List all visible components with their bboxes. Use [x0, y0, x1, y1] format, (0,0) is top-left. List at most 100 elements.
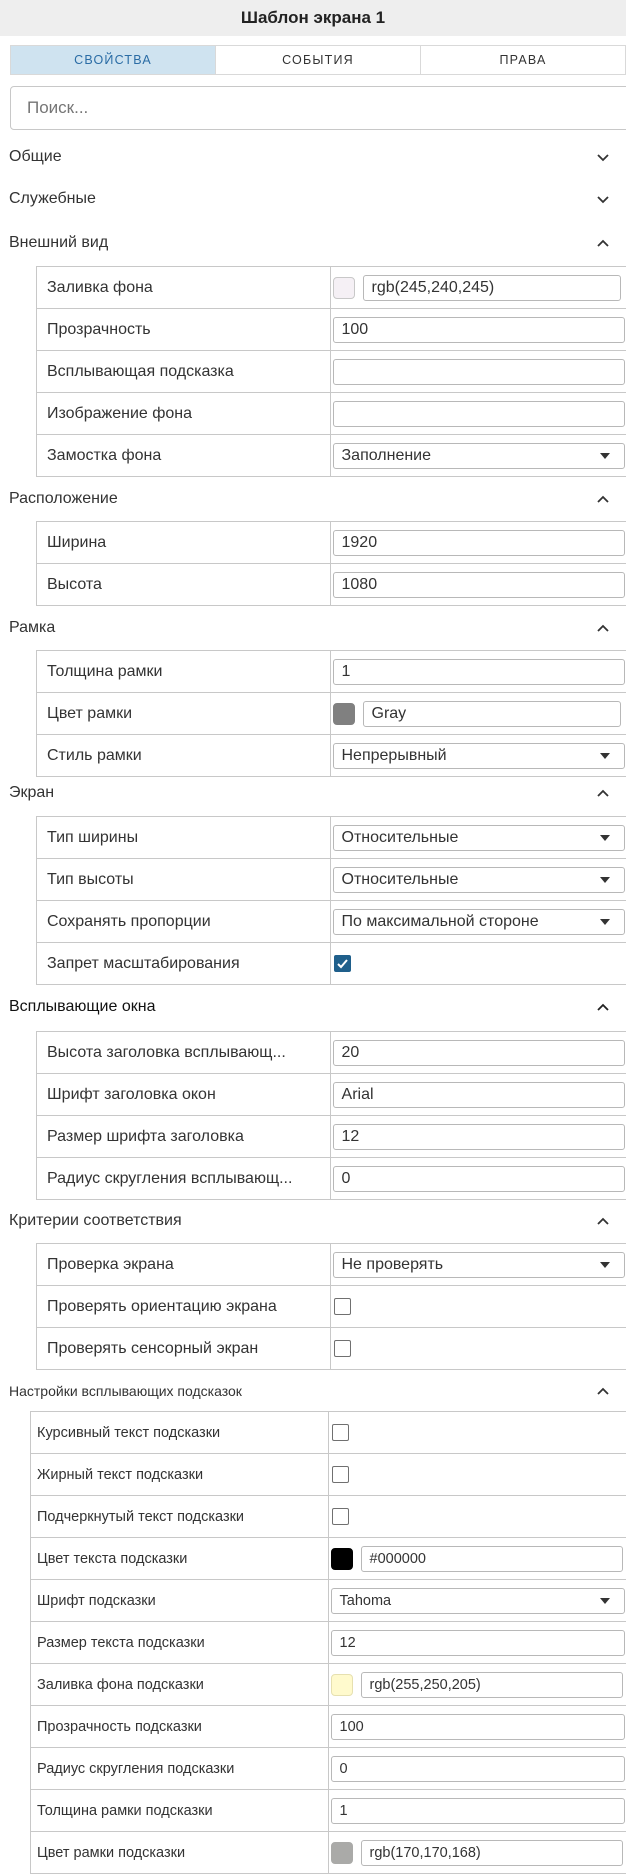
tooltip-border-thickness-input[interactable]: 1 — [330, 1797, 625, 1824]
property-label: Толщина рамки — [36, 650, 331, 693]
property-row: Тип высоты Относительные — [36, 858, 626, 901]
section-appearance[interactable]: Внешний вид — [0, 228, 626, 258]
tooltip-radius-input[interactable]: 0 — [330, 1755, 625, 1782]
color-swatch[interactable] — [332, 276, 355, 299]
section-criteria[interactable]: Критерии соответствия — [0, 1206, 626, 1236]
color-swatch[interactable] — [332, 702, 355, 725]
color-swatch[interactable] — [330, 1547, 353, 1570]
tooltip-underline-checkbox[interactable] — [331, 1508, 349, 1525]
property-row: Проверять ориентацию экрана — [36, 1285, 626, 1328]
dropdown-arrow-icon — [599, 918, 610, 925]
opacity-input[interactable]: 100 — [332, 316, 625, 343]
section-title: Общие — [9, 148, 62, 165]
section-border[interactable]: Рамка — [0, 613, 626, 643]
property-label: Проверять сенсорный экран — [36, 1327, 331, 1370]
tooltip-text-size-input[interactable]: 12 — [330, 1629, 625, 1656]
select-value: Не проверять — [341, 1255, 444, 1273]
border-thickness-input[interactable]: 1 — [332, 658, 625, 685]
section-tooltip-settings[interactable]: Настройки всплывающих подсказок — [0, 1376, 626, 1406]
height-input[interactable]: 1080 — [332, 571, 625, 598]
property-label: Цвет текста подсказки — [30, 1537, 329, 1580]
section-screen[interactable]: Экран — [0, 778, 626, 808]
property-row: Заливка фона rgb(245,240,245) — [36, 266, 626, 309]
tab-rights[interactable]: ПРАВА — [421, 46, 626, 74]
popup-header-font-input[interactable]: Arial — [332, 1081, 625, 1108]
keep-proportions-select[interactable]: По максимальной стороне — [332, 908, 625, 935]
section-service[interactable]: Служебные — [0, 184, 626, 214]
tooltip-italic-checkbox[interactable] — [331, 1424, 349, 1441]
color-swatch[interactable] — [330, 1841, 353, 1864]
tab-properties[interactable]: СВОЙСТВА — [11, 46, 216, 74]
property-row: Стиль рамки Непрерывный — [36, 734, 626, 777]
color-swatch[interactable] — [330, 1673, 353, 1696]
panel-title: Шаблон экрана 1 — [0, 0, 626, 36]
border-properties: Толщина рамки 1 Цвет рамки Gray Стиль ра… — [36, 650, 626, 777]
property-row: Радиус скругления подсказки 0 — [30, 1747, 626, 1790]
check-touch-checkbox[interactable] — [333, 1340, 351, 1357]
property-row: Высота 1080 — [36, 563, 626, 606]
screen-check-select[interactable]: Не проверять — [332, 1251, 625, 1278]
property-row: Высота заголовка всплывающ... 20 — [36, 1031, 626, 1074]
select-value: По максимальной стороне — [341, 912, 539, 930]
property-row: Проверка экрана Не проверять — [36, 1243, 626, 1286]
chevron-up-icon — [597, 495, 609, 503]
property-label: Заливка фона — [36, 266, 331, 309]
section-position[interactable]: Расположение — [0, 484, 626, 514]
chevron-down-icon — [597, 196, 609, 204]
tooltip-fill-input[interactable]: rgb(255,250,205) — [360, 1671, 623, 1698]
property-row: Радиус скругления всплывающ... 0 — [36, 1157, 626, 1200]
property-label: Высота заголовка всплывающ... — [36, 1031, 331, 1074]
tooltip-opacity-input[interactable]: 100 — [330, 1713, 625, 1740]
property-row: Заливка фона подсказки rgb(255,250,205) — [30, 1663, 626, 1706]
height-type-select[interactable]: Относительные — [332, 866, 625, 893]
section-popups[interactable]: Всплывающие окна — [0, 992, 626, 1022]
property-row: Замостка фона Заполнение — [36, 434, 626, 477]
property-label: Подчеркнутый текст подсказки — [30, 1495, 329, 1538]
chevron-up-icon — [597, 239, 609, 247]
search-input[interactable] — [10, 86, 626, 130]
border-color-input[interactable]: Gray — [362, 700, 621, 727]
popup-properties: Высота заголовка всплывающ... 20 Шрифт з… — [36, 1031, 626, 1200]
position-properties: Ширина 1920 Высота 1080 — [36, 521, 626, 606]
dropdown-arrow-icon — [599, 1261, 610, 1268]
tooltip-border-color-input[interactable]: rgb(170,170,168) — [360, 1839, 623, 1866]
criteria-properties: Проверка экрана Не проверять Проверять о… — [36, 1243, 626, 1370]
tooltip-properties: Курсивный текст подсказки Жирный текст п… — [30, 1411, 626, 1874]
property-label: Тип ширины — [36, 816, 331, 859]
width-input[interactable]: 1920 — [332, 529, 625, 556]
property-row: Жирный текст подсказки — [30, 1453, 626, 1496]
select-value: Относительные — [341, 828, 459, 846]
property-label: Высота — [36, 563, 331, 606]
disable-scaling-checkbox[interactable] — [333, 955, 351, 972]
tooltip-bold-checkbox[interactable] — [331, 1466, 349, 1483]
tooltip-input[interactable] — [332, 358, 625, 385]
appearance-properties: Заливка фона rgb(245,240,245) Прозрачнос… — [36, 266, 626, 477]
property-row: Курсивный текст подсказки — [30, 1411, 626, 1454]
width-type-select[interactable]: Относительные — [332, 824, 625, 851]
tooltip-text-color-input[interactable]: #000000 — [360, 1545, 623, 1572]
background-image-input[interactable] — [332, 400, 625, 427]
property-label: Стиль рамки — [36, 734, 331, 777]
popup-corner-radius-input[interactable]: 0 — [332, 1165, 625, 1192]
property-row: Всплывающая подсказка — [36, 350, 626, 393]
section-title: Настройки всплывающих подсказок — [9, 1383, 242, 1399]
property-label: Шрифт подсказки — [30, 1579, 329, 1622]
tab-events[interactable]: СОБЫТИЯ — [216, 46, 421, 74]
background-tiling-select[interactable]: Заполнение — [332, 442, 625, 469]
property-label: Цвет рамки подсказки — [30, 1831, 329, 1874]
background-fill-input[interactable]: rgb(245,240,245) — [362, 274, 621, 301]
popup-header-height-input[interactable]: 20 — [332, 1039, 625, 1066]
property-row: Проверять сенсорный экран — [36, 1327, 626, 1370]
tooltip-font-select[interactable]: Tahoma — [330, 1587, 625, 1614]
property-row: Толщина рамки подсказки 1 — [30, 1789, 626, 1832]
property-row: Цвет текста подсказки #000000 — [30, 1537, 626, 1580]
section-general[interactable]: Общие — [0, 142, 626, 172]
property-row: Цвет рамки подсказки rgb(170,170,168) — [30, 1831, 626, 1874]
section-title: Служебные — [9, 190, 96, 207]
chevron-up-icon — [597, 1217, 609, 1225]
property-row: Шрифт заголовка окон Arial — [36, 1073, 626, 1116]
border-style-select[interactable]: Непрерывный — [332, 742, 625, 769]
check-orientation-checkbox[interactable] — [333, 1298, 351, 1315]
popup-header-font-size-input[interactable]: 12 — [332, 1123, 625, 1150]
dropdown-arrow-icon — [599, 876, 610, 883]
